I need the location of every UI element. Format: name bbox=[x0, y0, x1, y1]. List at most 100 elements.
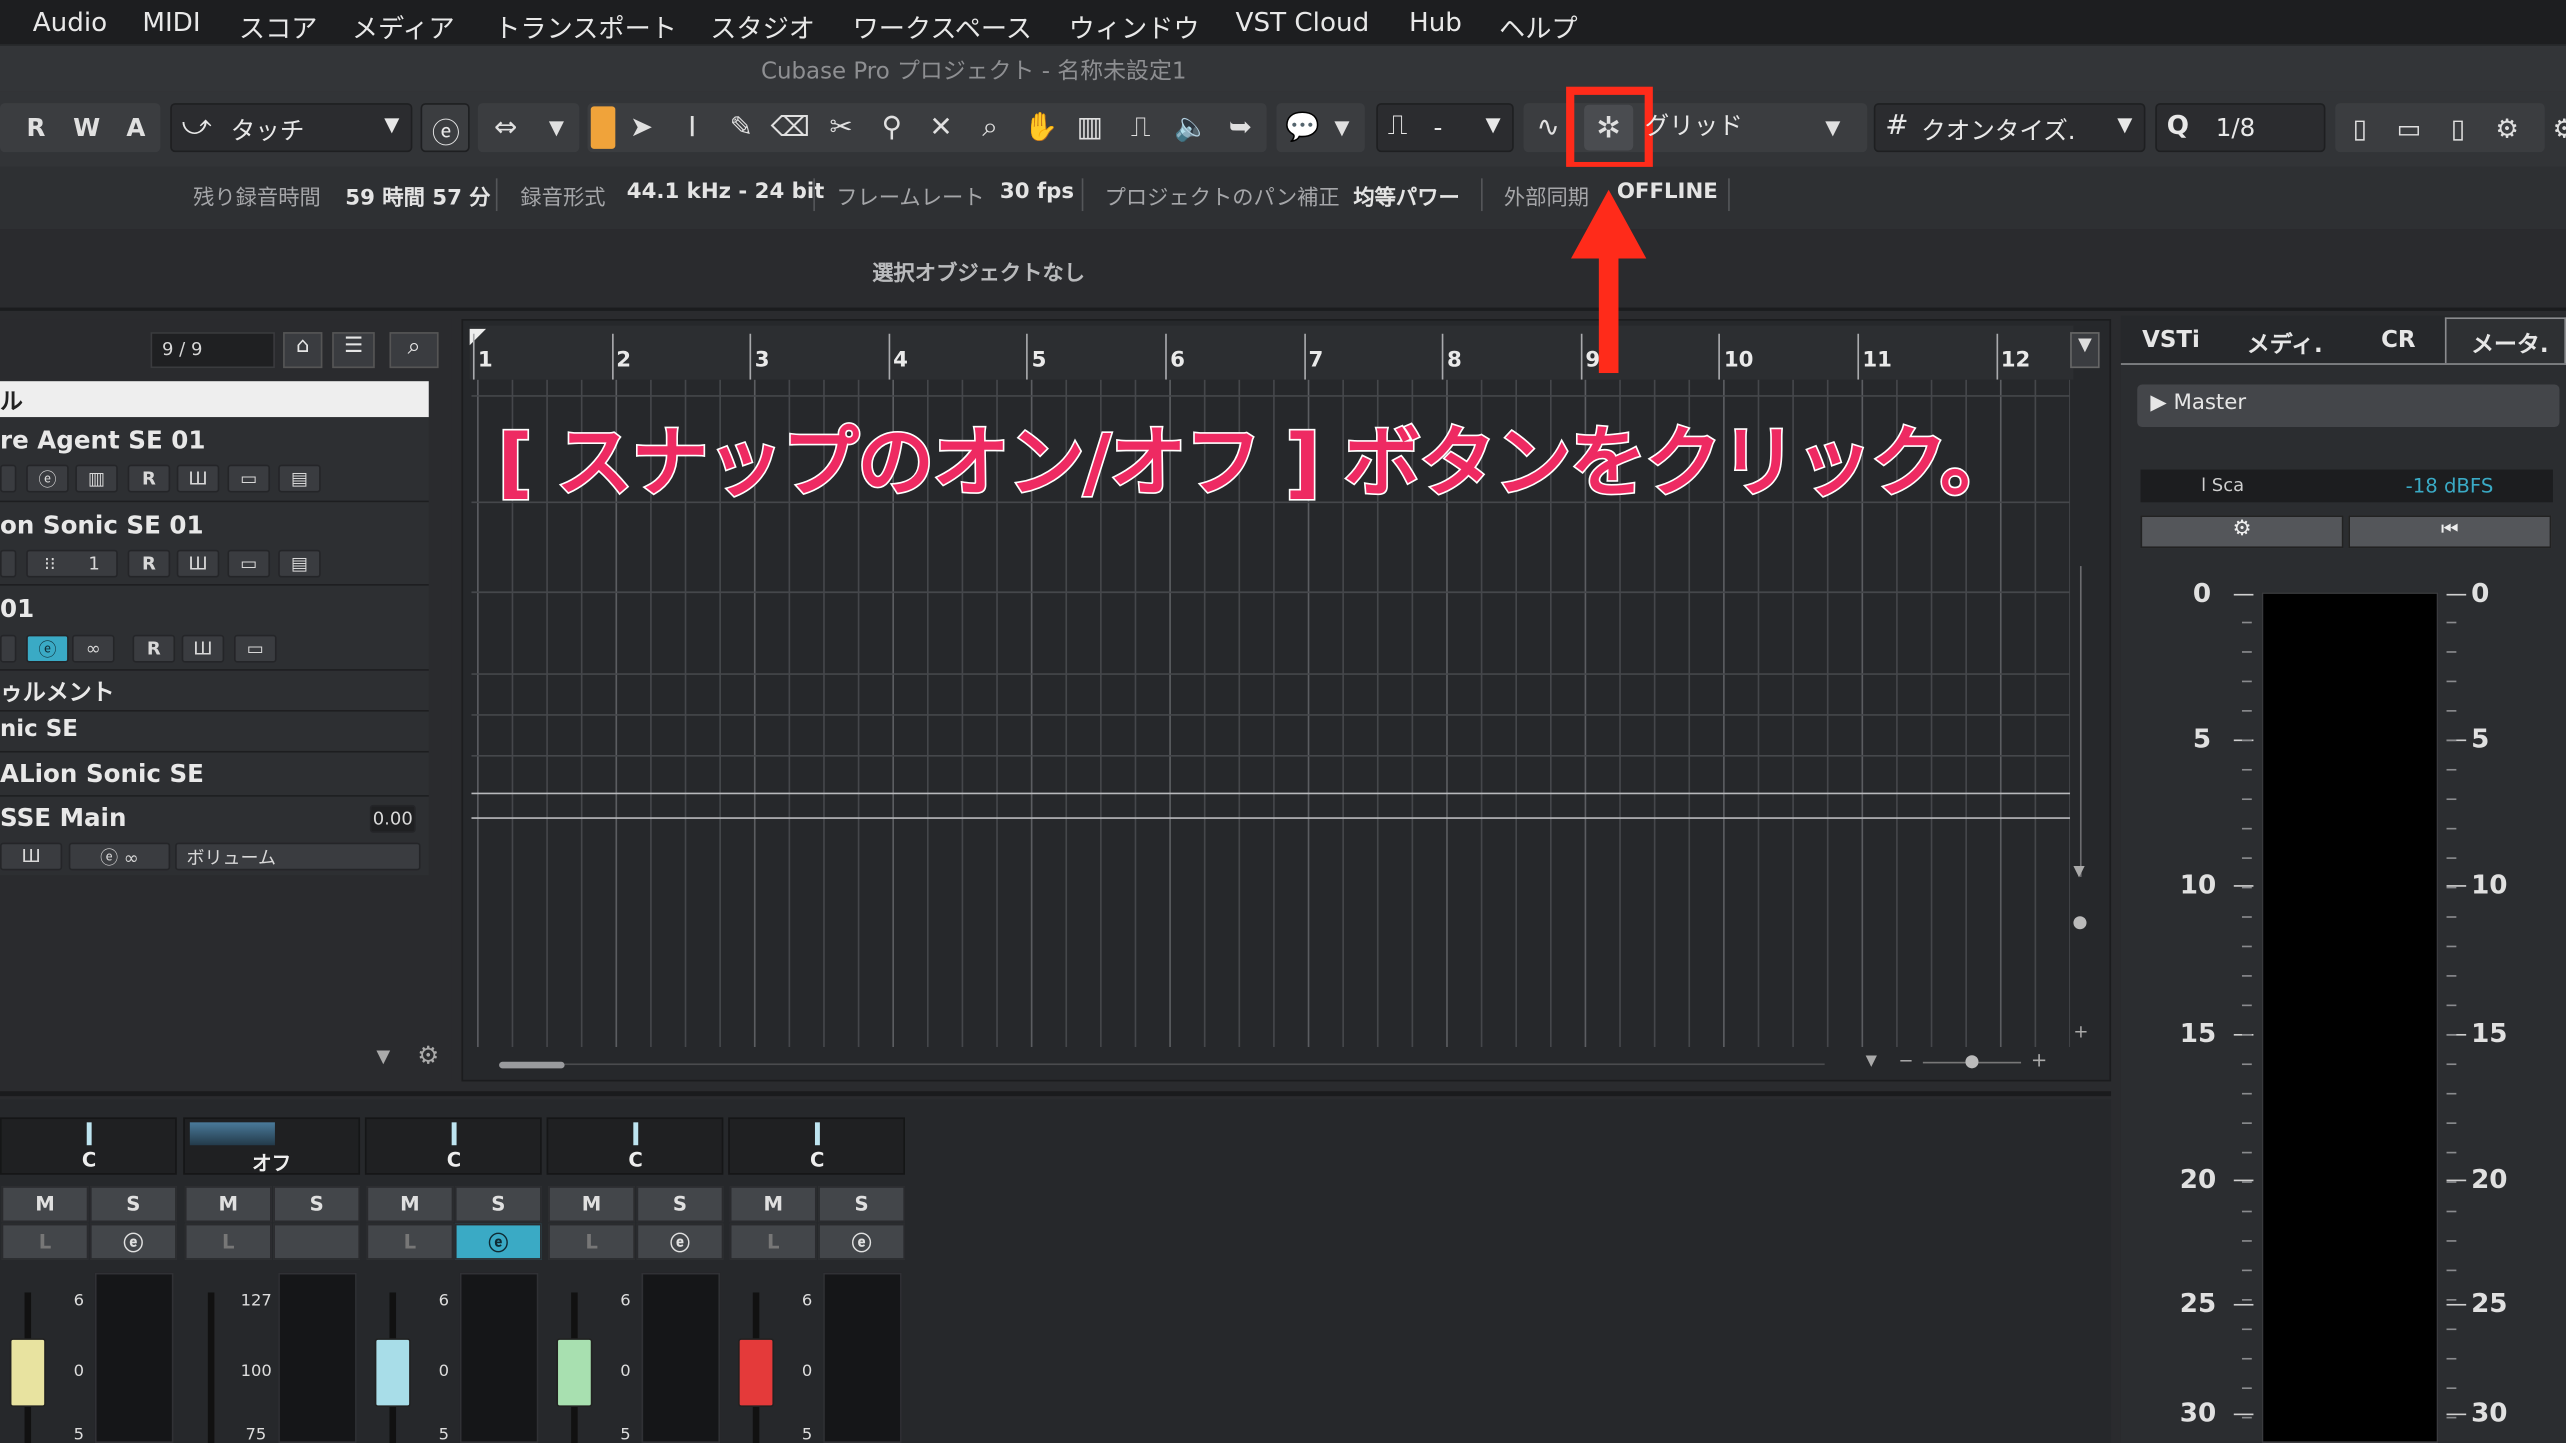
visibility-icon[interactable]: ⌂ bbox=[283, 332, 323, 369]
horizontal-scroll-track[interactable] bbox=[564, 1063, 1825, 1066]
quantize-value-dropdown[interactable]: Q 1/8 bbox=[2155, 103, 2326, 153]
quantize-dropdown[interactable]: # クオンタイズ. ▼ bbox=[1873, 103, 2146, 153]
link-icon[interactable]: ∞ bbox=[72, 634, 115, 663]
chevron-down-icon[interactable]: ▼ bbox=[2070, 332, 2100, 369]
read-button[interactable]: R bbox=[16, 108, 55, 147]
framerate-value[interactable]: 30 fps bbox=[1000, 180, 1074, 205]
automation-a-button[interactable]: A bbox=[116, 108, 155, 147]
meter-scale-value[interactable]: -18 dBFS bbox=[2406, 474, 2494, 497]
write-icon[interactable]: Ш bbox=[176, 464, 220, 493]
ruler-bar-5[interactable]: 5 bbox=[1032, 348, 1047, 373]
rec-format-value[interactable]: 44.1 kHz - 24 bit bbox=[627, 180, 825, 205]
track-name[interactable]: 01 bbox=[0, 594, 34, 623]
color-tool-icon[interactable]: ➥ bbox=[1221, 108, 1260, 147]
tab-meter[interactable]: メータ. bbox=[2471, 327, 2548, 360]
ruler-bar-1[interactable]: 1 bbox=[478, 348, 493, 373]
track-name[interactable]: on Sonic SE 01 bbox=[0, 510, 204, 539]
master-header[interactable]: ▶ Master bbox=[2137, 384, 2560, 428]
ruler-bar-8[interactable]: 8 bbox=[1447, 348, 1462, 373]
solo-button[interactable]: S bbox=[273, 1186, 361, 1223]
track-name[interactable]: nic SE bbox=[0, 717, 78, 743]
comp-tool-icon[interactable]: ▥ bbox=[1070, 108, 1109, 147]
vertical-zoom[interactable]: ▼ + bbox=[2072, 386, 2092, 1042]
edit-icon[interactable]: ⓔ bbox=[26, 464, 69, 493]
setup-window-icon[interactable]: ⚙ bbox=[2487, 108, 2526, 147]
list-icon[interactable]: ☰ bbox=[332, 332, 375, 369]
mute-button[interactable]: M bbox=[729, 1186, 817, 1223]
edit-button[interactable]: ⓔ bbox=[636, 1223, 724, 1260]
mute-button[interactable]: M bbox=[366, 1186, 454, 1223]
chevron-down-icon[interactable]: ▼ bbox=[1866, 1054, 1877, 1070]
mute-button[interactable]: M bbox=[548, 1186, 635, 1223]
track-name[interactable]: ゥルメント bbox=[0, 676, 115, 709]
volume-value[interactable]: 0.00 bbox=[369, 804, 416, 833]
ruler-bar-11[interactable]: 11 bbox=[1862, 348, 1892, 373]
track-name[interactable]: ALion Sonic SE bbox=[0, 759, 204, 788]
eraser-icon[interactable]: ⌫ bbox=[771, 108, 810, 147]
speaker-icon[interactable]: 🔈 bbox=[1172, 108, 1211, 147]
edit-button[interactable] bbox=[273, 1223, 361, 1260]
tools-color-marker[interactable] bbox=[590, 106, 616, 149]
lanes-icon[interactable]: ▭ bbox=[227, 549, 271, 578]
edit-button[interactable]: ⓔ bbox=[818, 1223, 905, 1260]
listen-button[interactable]: L bbox=[366, 1223, 454, 1260]
track-row[interactable]: SSE Main 0.00 Ш ⓔ ∞ ボリューム bbox=[0, 796, 429, 876]
track-row[interactable]: 01 ⓔ ∞ R Ш ▭ bbox=[0, 585, 429, 671]
lanes-icon[interactable]: ▭ bbox=[234, 634, 277, 663]
menu-help[interactable]: ヘルプ bbox=[1499, 7, 1578, 46]
gear-icon[interactable]: ⚙ bbox=[2545, 108, 2566, 147]
ruler-bar-7[interactable]: 7 bbox=[1309, 348, 1324, 373]
write-button[interactable]: W bbox=[67, 108, 106, 147]
scissors-icon[interactable]: ✂ bbox=[822, 108, 861, 147]
ruler-bar-3[interactable]: 3 bbox=[755, 348, 770, 373]
chevron-down-icon[interactable]: ▼ bbox=[376, 1045, 390, 1066]
chevron-down-icon[interactable]: ▼ bbox=[1813, 108, 1852, 147]
chevron-down-icon[interactable]: ▼ bbox=[2073, 864, 2084, 880]
track-row[interactable]: re Agent SE 01 ⓔ ▥ R Ш ▭ ▤ bbox=[0, 417, 429, 503]
solo-button[interactable]: S bbox=[454, 1186, 542, 1223]
midi-icon[interactable]: ▥ bbox=[75, 464, 118, 493]
speech-icon[interactable]: 💬 bbox=[1283, 108, 1322, 147]
read-button[interactable]: R bbox=[132, 634, 176, 663]
pencil-icon[interactable]: ✎ bbox=[722, 108, 761, 147]
chevron-down-icon[interactable]: ▼ bbox=[1322, 108, 1361, 147]
write-icon[interactable]: Ш bbox=[0, 842, 63, 871]
solo-button[interactable]: S bbox=[636, 1186, 724, 1223]
range-tool-icon[interactable]: Ⅰ bbox=[673, 108, 712, 147]
ruler[interactable] bbox=[469, 325, 2074, 380]
lower-zone-icon[interactable]: ▭ bbox=[2389, 108, 2428, 147]
track-name[interactable]: SSE Main bbox=[0, 803, 126, 832]
tab-cr[interactable]: CR bbox=[2381, 327, 2415, 353]
midi-channel-field[interactable]: ⁝⁝ 1 bbox=[26, 549, 118, 578]
horizontal-zoom-handle[interactable] bbox=[1965, 1055, 1979, 1069]
mute-tool-icon[interactable]: ✕ bbox=[921, 108, 960, 147]
edit-link-group[interactable]: ⓔ ∞ bbox=[68, 842, 171, 871]
plus-icon[interactable]: + bbox=[2031, 1049, 2047, 1072]
ruler-bar-6[interactable]: 6 bbox=[1170, 348, 1185, 373]
volume-param[interactable]: ボリューム bbox=[175, 842, 421, 871]
edit-button[interactable]: ⓔ bbox=[454, 1223, 542, 1260]
read-button[interactable]: R bbox=[127, 464, 171, 493]
ruler-bar-10[interactable]: 10 bbox=[1724, 348, 1754, 373]
menu-media[interactable]: メディア bbox=[352, 7, 455, 46]
glue-icon[interactable]: ⚲ bbox=[872, 108, 911, 147]
track-name[interactable]: re Agent SE 01 bbox=[0, 425, 205, 454]
edit-icon[interactable]: ⓔ bbox=[26, 634, 69, 663]
folder-icon[interactable]: ▤ bbox=[278, 464, 321, 493]
tab-vsti[interactable]: VSTi bbox=[2142, 327, 2200, 353]
minus-icon[interactable]: − bbox=[1898, 1050, 1913, 1071]
menu-vst-cloud[interactable]: VST Cloud bbox=[1236, 7, 1370, 38]
write-icon[interactable]: Ш bbox=[176, 549, 220, 578]
menu-score[interactable]: スコア bbox=[239, 7, 318, 46]
fader-handle[interactable] bbox=[9, 1338, 46, 1408]
menu-audio[interactable]: Audio bbox=[33, 7, 107, 38]
chevron-down-icon[interactable]: ▼ bbox=[537, 108, 576, 147]
meter-settings-button[interactable]: ⚙ bbox=[2140, 515, 2344, 549]
zoom-handle[interactable] bbox=[2073, 916, 2087, 930]
track-row[interactable]: on Sonic SE 01 ⁝⁝ 1 R Ш ▭ ▤ bbox=[0, 502, 429, 586]
track-row[interactable]: nic SE bbox=[0, 711, 429, 753]
fader-handle[interactable] bbox=[738, 1338, 775, 1408]
zoom-icon[interactable]: ⌕ bbox=[970, 108, 1009, 147]
ruler-bar-2[interactable]: 2 bbox=[616, 348, 631, 373]
menu-midi[interactable]: MIDI bbox=[142, 7, 200, 38]
